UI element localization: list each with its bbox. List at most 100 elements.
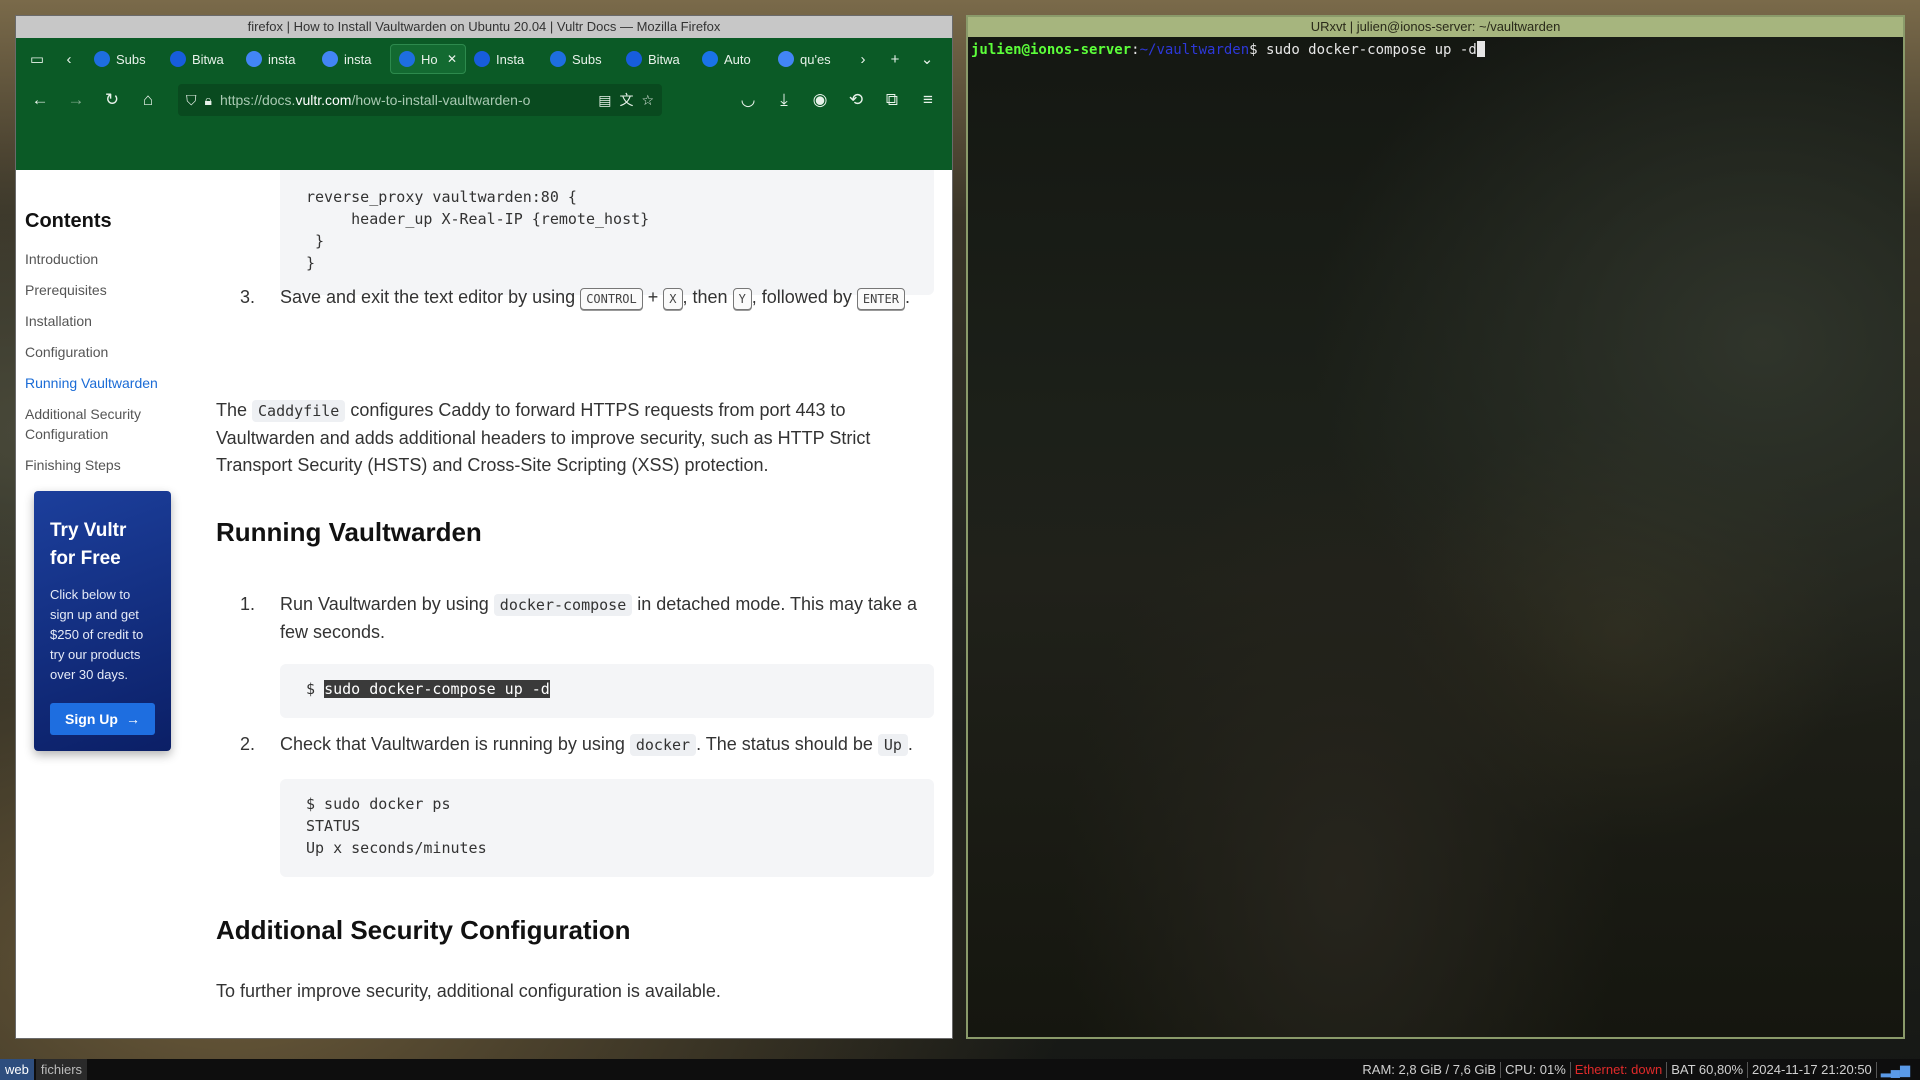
browser-tab[interactable]: Subs [86, 44, 162, 74]
workspace-fichiers[interactable]: fichiers [35, 1059, 88, 1080]
pocket-icon[interactable]: ◡ [732, 84, 764, 116]
toc-item[interactable]: Installation [25, 311, 165, 331]
selected-command[interactable]: sudo docker-compose up -d [324, 680, 550, 698]
terminal-path: ~/vaultwarden [1139, 42, 1250, 58]
step-text: Save and exit the text editor by using C… [280, 284, 930, 311]
heading-additional-security: Additional Security Configuration [216, 915, 631, 945]
step-number: 3. [240, 287, 256, 307]
page-content: Contents Introduction Prerequisites Instal… [16, 170, 952, 1038]
toc-title: Contents [25, 210, 112, 232]
forward-icon[interactable]: → [60, 84, 92, 116]
tab-scroll-left-icon[interactable]: ‹ [54, 44, 84, 74]
new-tab-icon[interactable]: + [880, 44, 910, 74]
inline-code-docker-compose: docker-compose [493, 594, 633, 616]
clock: 2024-11-17 21:20:50 [1748, 1061, 1877, 1078]
promo-card: Try Vultr for Free Click below to sign u… [34, 491, 171, 751]
docker-ps-code-block: $ sudo docker ps STATUS Up x seconds/min… [280, 779, 934, 877]
home-icon[interactable]: ⌂ [132, 84, 164, 116]
terminal-separator: : [1131, 42, 1140, 58]
inline-code-docker: docker [629, 734, 697, 756]
workspace-web[interactable]: web [0, 1059, 34, 1080]
browser-tab[interactable]: Subs [542, 44, 618, 74]
taskbar: web fichiers RAM: 2,8 GiB / 7,6 GiB CPU:… [0, 1059, 1920, 1080]
firefox-window: firefox | How to Install Vaultwarden on … [15, 15, 953, 1039]
bitwarden-icon [626, 51, 642, 67]
tab-label: Bitwa [648, 51, 680, 67]
step-text: Check that Vaultwarden is running by usi… [280, 734, 913, 756]
vultr-icon [399, 51, 415, 67]
sign-up-button[interactable]: Sign Up → [50, 703, 155, 735]
step-text: Run Vaultwarden by using docker-compose … [280, 594, 918, 642]
run-step-2: 2. Check that Vaultwarden is running by … [240, 731, 930, 759]
terminal-window: URxvt | julien@ionos-server: ~/vaultward… [966, 15, 1905, 1039]
browser-tab[interactable]: Insta [466, 44, 542, 74]
tab-label: Ho [421, 51, 438, 67]
google-icon [246, 51, 262, 67]
site-header-strip [16, 120, 952, 170]
toc-item[interactable]: Finishing Steps [25, 455, 165, 475]
url-text[interactable]: https://docs.vultr.com/how-to-install-va… [220, 92, 590, 108]
lock-icon[interactable]: 🔒︎ [205, 92, 212, 109]
menu-icon[interactable]: ≡ [912, 84, 944, 116]
history-icon[interactable]: ⟲ [840, 84, 872, 116]
key-enter: ENTER [856, 288, 905, 310]
it-icon [702, 51, 718, 67]
tab-overview-icon[interactable]: ▭ [22, 44, 52, 74]
toc-item[interactable]: Introduction [25, 249, 165, 269]
terminal-body[interactable]: julien@ionos-server:~/vaultwarden$ sudo … [968, 37, 1903, 63]
navigation-bar: ← → ↻ ⌂ ⛉ 🔒︎ https://docs.vultr.com/how-… [16, 80, 952, 120]
step-number: 1. [240, 594, 256, 614]
promo-title: Try Vultr for Free [50, 520, 127, 569]
step-number: 2. [240, 734, 256, 754]
table-of-contents: Contents Introduction Prerequisites Instal… [16, 170, 216, 1038]
article: reverse_proxy vaultwarden:80 { header_up… [216, 170, 952, 1038]
security-paragraph: To further improve security, additional … [216, 981, 721, 1001]
tab-scroll-right-icon[interactable]: › [848, 44, 878, 74]
browser-tab[interactable]: insta [314, 44, 390, 74]
browser-tab[interactable]: Bitwa [162, 44, 238, 74]
vultr-icon [550, 51, 566, 67]
extensions-icon[interactable]: ⧉ [876, 84, 908, 116]
tab-label: Subs [572, 51, 602, 67]
step-3: 3. Save and exit the text editor by usin… [240, 284, 930, 311]
inline-code-caddyfile: Caddyfile [252, 400, 346, 422]
cpu-status: CPU: 01% [1501, 1061, 1571, 1078]
tab-label: insta [344, 51, 372, 67]
account-icon[interactable]: ◉ [804, 84, 836, 116]
terminal-title-bar: URxvt | julien@ionos-server: ~/vaultward… [968, 17, 1903, 37]
shield-icon[interactable]: ⛉ [186, 92, 197, 109]
toc-item[interactable]: Additional Security Configuration [25, 404, 165, 444]
list-all-tabs-icon[interactable]: ⌄ [912, 44, 942, 74]
toc-list: Introduction Prerequisites Installation Con… [25, 249, 216, 475]
ethernet-status: Ethernet: down [1571, 1061, 1668, 1078]
status-bar: RAM: 2,8 GiB / 7,6 GiB CPU: 01% Ethernet… [1358, 1061, 1920, 1078]
browser-tab[interactable]: Bitwa [618, 44, 694, 74]
tab-label: Subs [116, 51, 146, 67]
terminal-command: sudo docker-compose up -d [1266, 42, 1477, 58]
battery-status: BAT 60,80% [1667, 1061, 1749, 1078]
browser-tab[interactable]: Auto [694, 44, 770, 74]
url-bar[interactable]: ⛉ 🔒︎ https://docs.vultr.com/how-to-insta… [178, 84, 662, 116]
translate-icon[interactable]: 文 [619, 90, 633, 110]
tab-label: insta [268, 51, 296, 67]
browser-tab[interactable]: insta [238, 44, 314, 74]
tab-label: Insta [496, 51, 525, 67]
reader-view-icon[interactable]: ▤ [598, 92, 611, 109]
tab-label: Auto [724, 51, 751, 67]
browser-tab[interactable]: Ho ✕ [390, 44, 466, 74]
caddyfile-code-block: reverse_proxy vaultwarden:80 { header_up… [280, 170, 934, 295]
bookmark-star-icon[interactable]: ☆ [641, 92, 654, 109]
toc-item[interactable]: Prerequisites [25, 280, 165, 300]
vultr-icon [94, 51, 110, 67]
toc-item[interactable]: Configuration [25, 342, 165, 362]
reload-icon[interactable]: ↻ [96, 84, 128, 116]
downloads-icon[interactable]: ⤓ [768, 84, 800, 116]
browser-tab[interactable]: qu'es [770, 44, 846, 74]
key-control: CONTROL [580, 288, 643, 310]
arrow-right-icon: → [125, 711, 140, 727]
toc-item[interactable]: Running Vaultwarden [25, 373, 165, 393]
close-tab-icon[interactable]: ✕ [447, 52, 457, 66]
promo-body: Click below to sign up and get $250 of c… [50, 587, 144, 682]
back-icon[interactable]: ← [24, 84, 56, 116]
google-icon [322, 51, 338, 67]
